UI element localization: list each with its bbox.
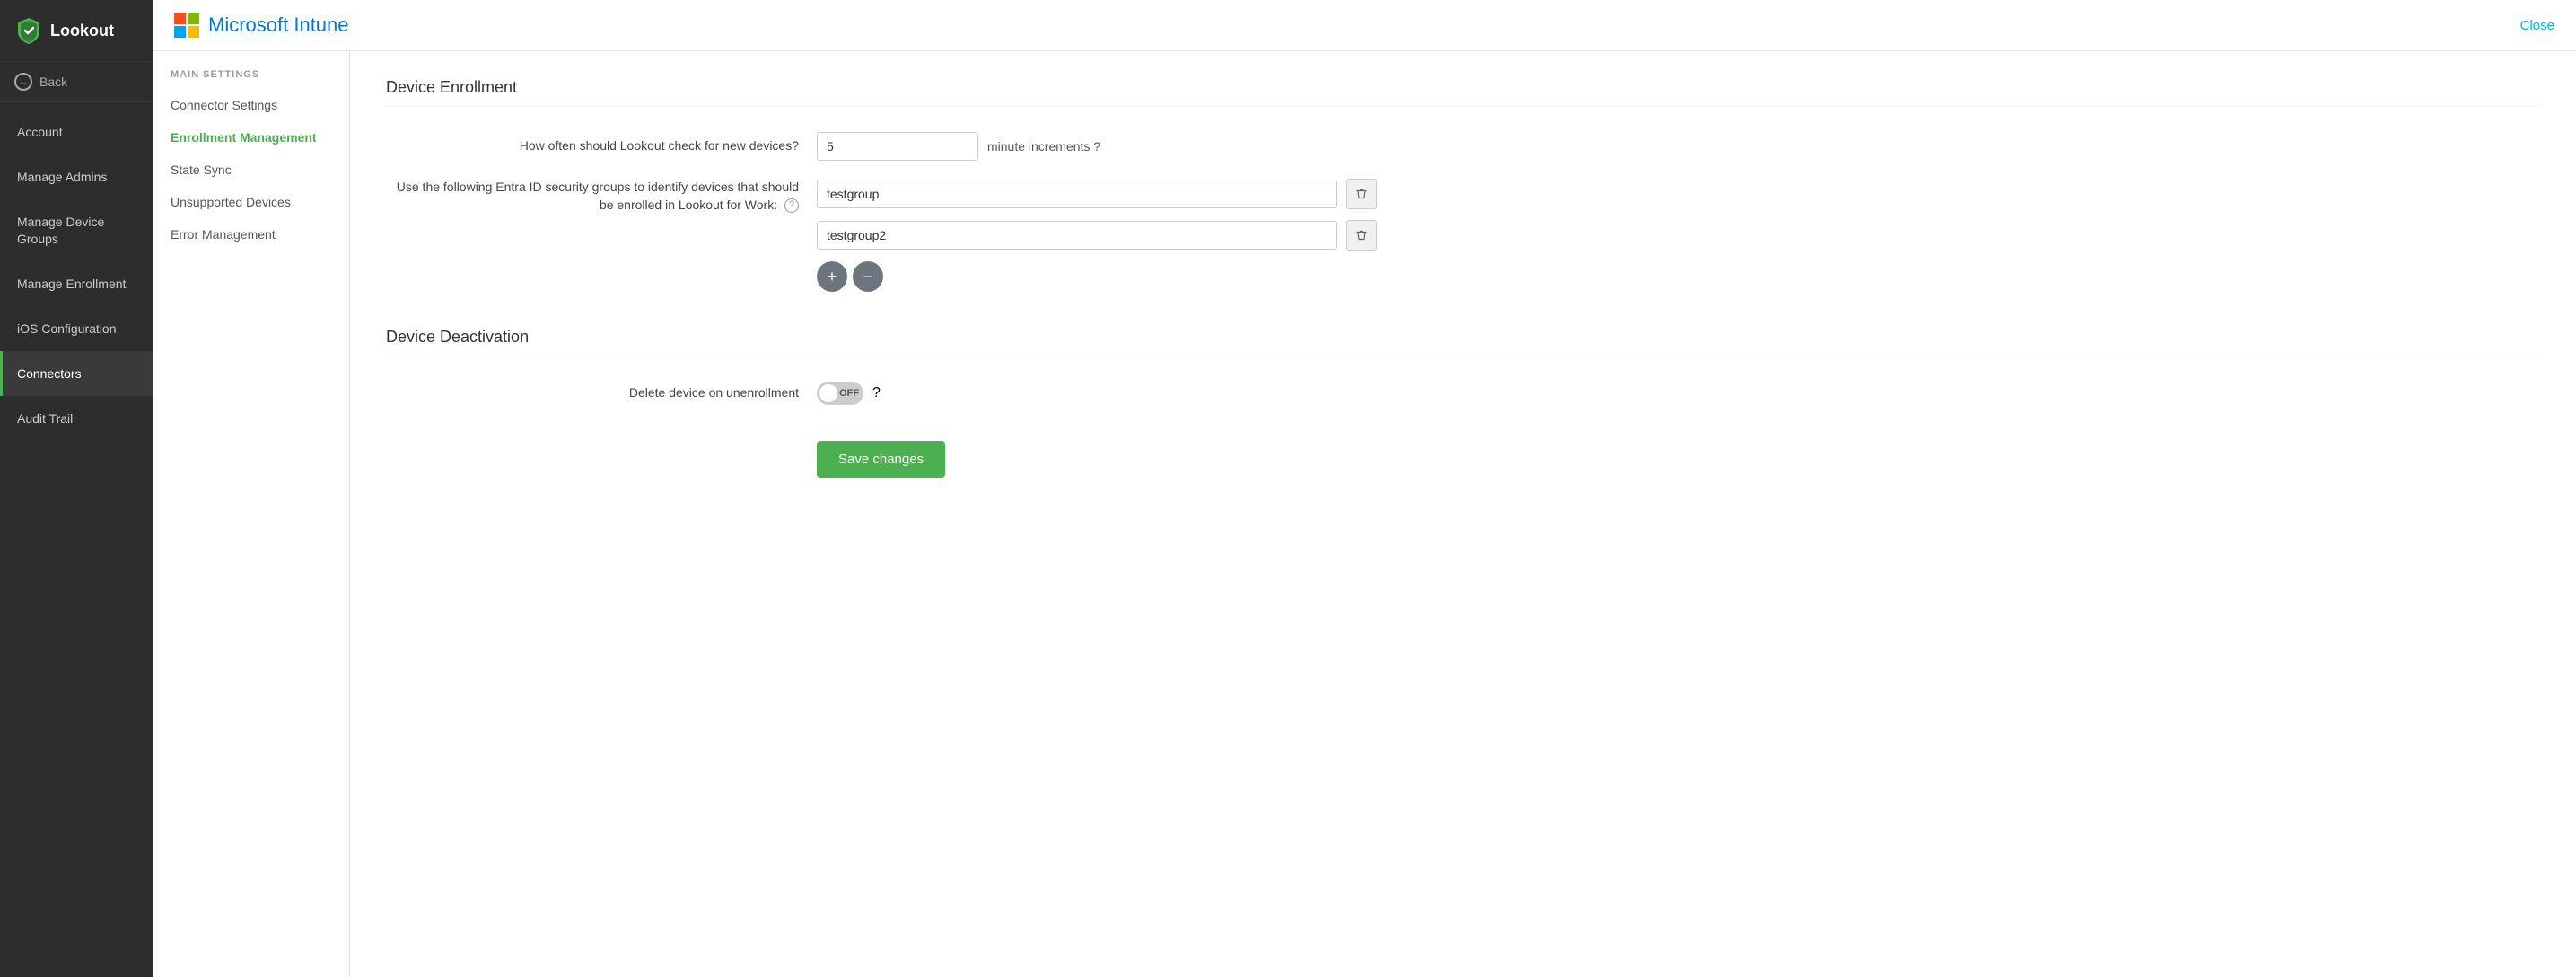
save-button-wrapper: Save changes xyxy=(386,423,2540,478)
group-input-1[interactable] xyxy=(817,180,1337,208)
sidebar-item-account[interactable]: Account xyxy=(0,110,153,154)
trash-icon xyxy=(1355,188,1368,200)
toggle-help-icon[interactable]: ? xyxy=(872,385,881,401)
main-content: Microsoft Intune Close MAIN SETTINGS Con… xyxy=(153,0,2576,977)
sidebar-item-manage-enrollment[interactable]: Manage Enrollment xyxy=(0,261,153,306)
trash-icon-2 xyxy=(1355,229,1368,242)
groups-help-icon[interactable]: ? xyxy=(784,198,799,213)
sidebar-item-audit-trail[interactable]: Audit Trail xyxy=(0,396,153,441)
content-area: MAIN SETTINGS Connector Settings Enrollm… xyxy=(153,51,2576,977)
sidebar-nav: Account Manage Admins Manage Device Grou… xyxy=(0,102,153,977)
sub-nav: MAIN SETTINGS Connector Settings Enrollm… xyxy=(153,51,350,977)
back-arrow-icon: ← xyxy=(14,73,32,91)
toggle-slider: OFF xyxy=(817,382,863,405)
delete-group-2-button[interactable] xyxy=(1346,220,1377,251)
toggle-wrapper: OFF ? xyxy=(817,382,881,405)
sub-nav-item-state-sync[interactable]: State Sync xyxy=(153,154,349,186)
sidebar-logo: Lookout xyxy=(0,0,153,62)
group-input-row-2 xyxy=(817,220,1377,251)
sidebar-item-connectors[interactable]: Connectors xyxy=(0,351,153,396)
sidebar-item-ios-configuration[interactable]: iOS Configuration xyxy=(0,306,153,351)
device-enrollment-title: Device Enrollment xyxy=(386,78,2540,107)
header: Microsoft Intune Close xyxy=(153,0,2576,51)
add-group-button[interactable]: + xyxy=(817,261,847,292)
minute-increments-help-icon[interactable]: ? xyxy=(1093,139,1100,154)
sub-nav-item-connector-settings[interactable]: Connector Settings xyxy=(153,89,349,121)
check-frequency-label: How often should Lookout check for new d… xyxy=(386,137,817,155)
minute-increments-label: minute increments ? xyxy=(987,139,1100,154)
close-button[interactable]: Close xyxy=(2520,18,2554,33)
header-brand: Microsoft Intune xyxy=(174,13,349,38)
sub-nav-section-label: MAIN SETTINGS xyxy=(153,69,349,89)
save-changes-button[interactable]: Save changes xyxy=(817,441,945,478)
page-content: Device Enrollment How often should Looko… xyxy=(350,51,2576,977)
check-frequency-row: How often should Lookout check for new d… xyxy=(386,132,2540,161)
lookout-shield-icon xyxy=(14,16,43,45)
microsoft-logo-icon xyxy=(174,13,199,38)
add-remove-row: + − xyxy=(817,261,1377,292)
sidebar-item-manage-device-groups[interactable]: Manage Device Groups xyxy=(0,199,153,260)
header-title: Microsoft Intune xyxy=(208,13,349,37)
groups-row: Use the following Entra ID security grou… xyxy=(386,179,2540,310)
groups-label: Use the following Entra ID security grou… xyxy=(386,179,817,214)
group-input-2[interactable] xyxy=(817,221,1337,250)
delete-on-unenroll-label: Delete device on unenrollment xyxy=(386,384,817,402)
sub-nav-item-unsupported-devices[interactable]: Unsupported Devices xyxy=(153,186,349,218)
toggle-state-label: OFF xyxy=(839,388,859,399)
groups-inputs: + − xyxy=(817,179,1377,310)
back-button[interactable]: ← Back xyxy=(0,62,153,102)
back-label: Back xyxy=(39,75,67,89)
delete-on-unenroll-row: Delete device on unenrollment OFF ? xyxy=(386,382,2540,405)
sidebar-item-manage-admins[interactable]: Manage Admins xyxy=(0,154,153,199)
group-input-row-1 xyxy=(817,179,1377,209)
delete-group-1-button[interactable] xyxy=(1346,179,1377,209)
sidebar-logo-text: Lookout xyxy=(50,22,114,40)
delete-on-unenroll-toggle[interactable]: OFF xyxy=(817,382,863,405)
sidebar: Lookout ← Back Account Manage Admins Man… xyxy=(0,0,153,977)
sub-nav-item-enrollment-management[interactable]: Enrollment Management xyxy=(153,121,349,154)
check-frequency-input[interactable] xyxy=(817,132,978,161)
remove-group-button[interactable]: − xyxy=(853,261,883,292)
sub-nav-item-error-management[interactable]: Error Management xyxy=(153,218,349,251)
device-deactivation-title: Device Deactivation xyxy=(386,328,2540,356)
